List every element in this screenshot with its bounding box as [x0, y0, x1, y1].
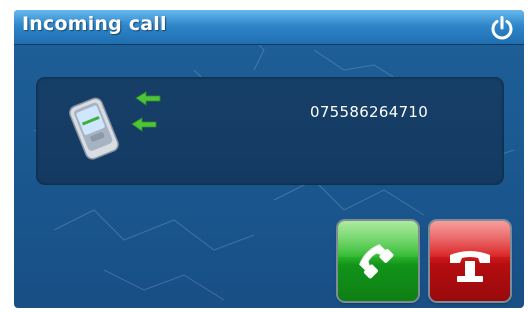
phone-answer-icon: [359, 244, 394, 279]
reject-call-button[interactable]: [430, 221, 510, 301]
incoming-call-screen: Incoming call 075586264710: [14, 10, 524, 308]
answer-call-button[interactable]: [338, 221, 418, 301]
incoming-phone-icon: [69, 91, 161, 160]
phone-hangup-icon: [450, 251, 490, 282]
caller-number: 075586264710: [310, 103, 429, 121]
device-frame: Incoming call 075586264710: [0, 0, 530, 312]
window-title: Incoming call: [22, 13, 167, 35]
power-icon[interactable]: [488, 14, 516, 42]
title-bar: Incoming call: [14, 10, 524, 45]
